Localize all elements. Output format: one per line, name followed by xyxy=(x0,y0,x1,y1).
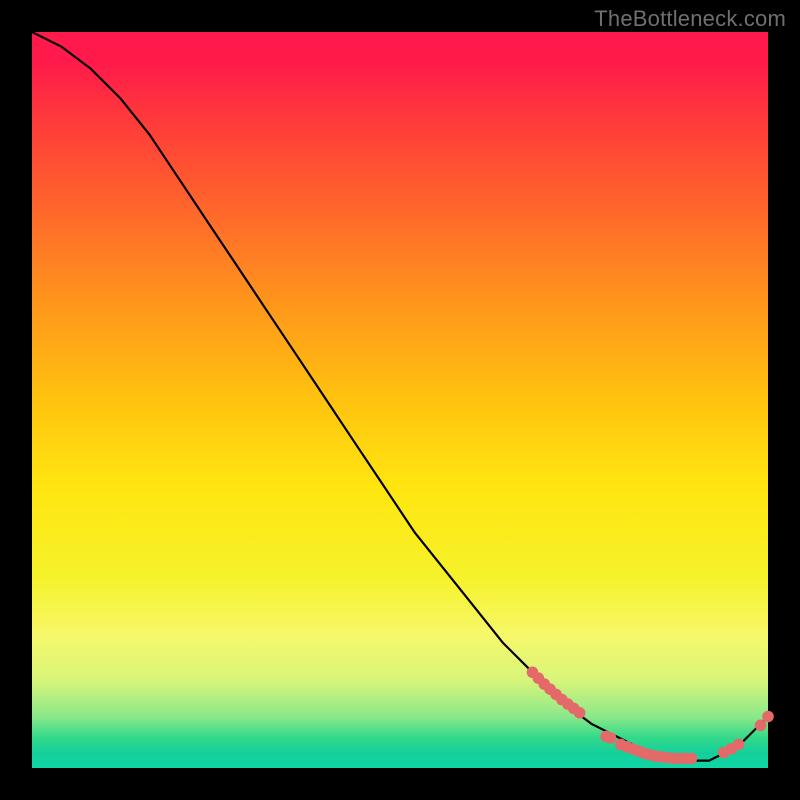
data-marker xyxy=(762,711,774,723)
curve-line xyxy=(32,32,768,761)
chart-svg xyxy=(32,32,768,768)
data-marker xyxy=(686,753,698,765)
data-marker xyxy=(733,739,745,751)
data-marker xyxy=(605,732,617,744)
plot-area xyxy=(32,32,768,768)
watermark-text: TheBottleneck.com xyxy=(594,6,786,32)
chart-frame: TheBottleneck.com xyxy=(0,0,800,800)
data-marker xyxy=(574,707,586,719)
marker-group xyxy=(527,667,774,765)
